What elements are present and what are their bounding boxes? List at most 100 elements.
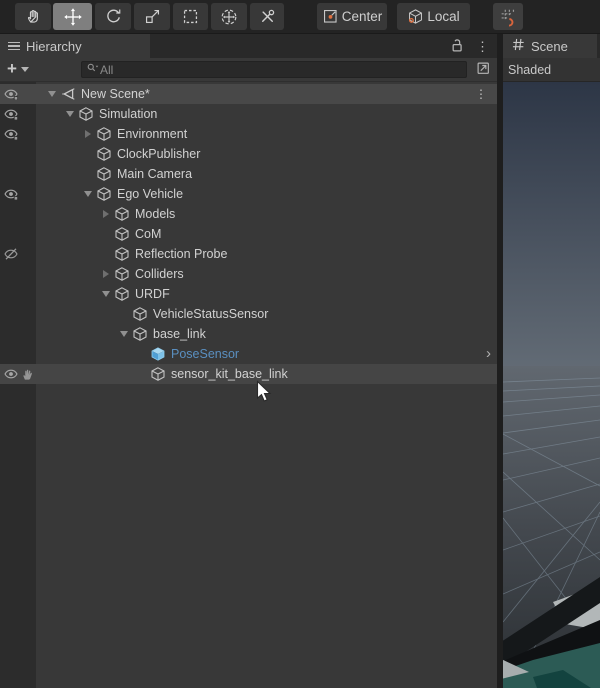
visibility-eye-hidden-icon[interactable]: [3, 246, 19, 262]
row-label: URDF: [135, 287, 170, 301]
expand-triangle[interactable]: [98, 270, 114, 278]
tree-row[interactable]: New Scene* › ⋮: [0, 84, 497, 104]
visibility-eye-icon[interactable]: [3, 86, 19, 102]
hierarchy-tree: New Scene* › ⋮ Simulation › ⋮: [0, 82, 497, 688]
visibility-eye-icon[interactable]: [3, 126, 19, 142]
gameobject-cube-icon: [78, 106, 94, 122]
rect-tool-button[interactable]: [173, 3, 208, 30]
scene-toolbar: Shaded: [503, 58, 600, 82]
expand-triangle[interactable]: [98, 291, 114, 297]
tree-row[interactable]: ClockPublisher › ⋮: [0, 144, 497, 164]
search-input[interactable]: [99, 62, 463, 77]
transform-tool-button[interactable]: [211, 3, 247, 30]
tree-row[interactable]: PoseSensor › ⋮: [0, 344, 497, 364]
row-gutter[interactable]: [0, 184, 36, 204]
visibility-eye-icon[interactable]: [3, 186, 19, 202]
row-gutter[interactable]: [0, 284, 36, 304]
row-label: New Scene*: [81, 87, 150, 101]
panel-kebab-menu-icon[interactable]: ⋮: [476, 40, 489, 53]
gameobject-cube-icon: [150, 366, 166, 382]
expand-triangle[interactable]: [80, 130, 96, 138]
scene-viewport[interactable]: [503, 82, 600, 688]
hierarchy-tab-label: Hierarchy: [26, 38, 82, 54]
scene-3d-render: [503, 82, 600, 688]
add-object-button[interactable]: +: [7, 60, 29, 77]
pickability-hand-icon[interactable]: [19, 366, 35, 382]
scale-tool-button[interactable]: [134, 3, 170, 30]
scene-panel: Scene Shaded: [503, 34, 600, 688]
tree-row[interactable]: base_link › ⋮: [0, 324, 497, 344]
open-search-window-button[interactable]: [473, 60, 493, 80]
row-menu-icon[interactable]: ⋮: [475, 87, 487, 101]
gameobject-cube-icon: [114, 226, 130, 242]
row-gutter[interactable]: [0, 264, 36, 284]
row-gutter[interactable]: [0, 244, 36, 264]
tree-row[interactable]: Models › ⋮: [0, 204, 497, 224]
pivot-mode-label: Center: [341, 9, 383, 24]
tree-row[interactable]: Simulation › ⋮: [0, 104, 497, 124]
row-label: Ego Vehicle: [117, 187, 184, 201]
gameobject-cube-icon: [114, 266, 130, 282]
tree-row[interactable]: URDF › ⋮: [0, 284, 497, 304]
hierarchy-toolbar: +: [0, 58, 497, 82]
row-gutter[interactable]: [0, 84, 36, 104]
rotate-tool-button[interactable]: [95, 3, 131, 30]
row-gutter[interactable]: [0, 224, 36, 244]
row-gutter[interactable]: [0, 204, 36, 224]
expand-triangle[interactable]: [80, 191, 96, 197]
move-tool-button[interactable]: [53, 3, 92, 30]
hand-tool-button[interactable]: [15, 3, 51, 30]
pivot-center-icon: [322, 8, 339, 25]
tree-row[interactable]: Main Camera › ⋮: [0, 164, 497, 184]
gameobject-cube-icon: [132, 326, 148, 342]
gameobject-cube-icon: [96, 186, 112, 202]
search-field[interactable]: [80, 61, 467, 78]
row-gutter[interactable]: [0, 164, 36, 184]
custom-tools-button[interactable]: [250, 3, 284, 30]
scale-icon: [143, 7, 162, 26]
row-label: Reflection Probe: [135, 247, 228, 261]
gameobject-cube-icon: [114, 246, 130, 262]
tree-row[interactable]: Environment › ⋮: [0, 124, 497, 144]
grid-icon: [512, 38, 525, 54]
search-filter-icon: [85, 61, 100, 78]
pivot-mode-button[interactable]: Center: [317, 3, 387, 30]
tree-row[interactable]: Reflection Probe › ⋮: [0, 244, 497, 264]
tree-row[interactable]: VehicleStatusSensor › ⋮: [0, 304, 497, 324]
expand-triangle[interactable]: [44, 91, 60, 97]
gameobject-cube-icon: [96, 146, 112, 162]
visibility-eye-icon[interactable]: [3, 106, 19, 122]
row-label: Main Camera: [117, 167, 193, 181]
unlock-icon[interactable]: [449, 37, 464, 56]
shading-mode-dropdown[interactable]: Shaded: [508, 63, 551, 77]
expand-triangle[interactable]: [62, 111, 78, 117]
visibility-eye-icon[interactable]: [3, 366, 19, 382]
hierarchy-panel: Hierarchy ⋮ + All New Scene* ⋮ Simulatio…: [0, 34, 497, 688]
row-gutter[interactable]: [0, 324, 36, 344]
row-gutter[interactable]: [0, 304, 36, 324]
children-chevron-icon[interactable]: ›: [486, 345, 491, 362]
tab-scene[interactable]: Scene: [503, 34, 597, 58]
gameobject-cube-icon: [114, 286, 130, 302]
tree-row[interactable]: sensor_kit_base_link › ⋮: [0, 364, 497, 384]
tree-row[interactable]: Ego Vehicle › ⋮: [0, 184, 497, 204]
row-gutter[interactable]: [0, 124, 36, 144]
row-label: PoseSensor: [171, 347, 240, 361]
row-label: Environment: [117, 127, 188, 141]
row-gutter[interactable]: [0, 104, 36, 124]
row-label: CoM: [135, 227, 162, 241]
row-gutter[interactable]: [0, 364, 36, 384]
tree-row[interactable]: Colliders › ⋮: [0, 264, 497, 284]
open-search-window-icon: [475, 60, 491, 79]
tree-row[interactable]: CoM › ⋮: [0, 224, 497, 244]
grid-snap-button[interactable]: [493, 3, 523, 30]
row-gutter[interactable]: [0, 344, 36, 364]
transform-icon: [219, 7, 239, 27]
row-label: Models: [135, 207, 176, 221]
tab-hierarchy[interactable]: Hierarchy: [0, 34, 150, 58]
hamburger-menu-icon: [8, 41, 20, 51]
expand-triangle[interactable]: [98, 210, 114, 218]
orientation-mode-button[interactable]: Local: [397, 3, 470, 30]
row-gutter[interactable]: [0, 144, 36, 164]
expand-triangle[interactable]: [116, 331, 132, 337]
